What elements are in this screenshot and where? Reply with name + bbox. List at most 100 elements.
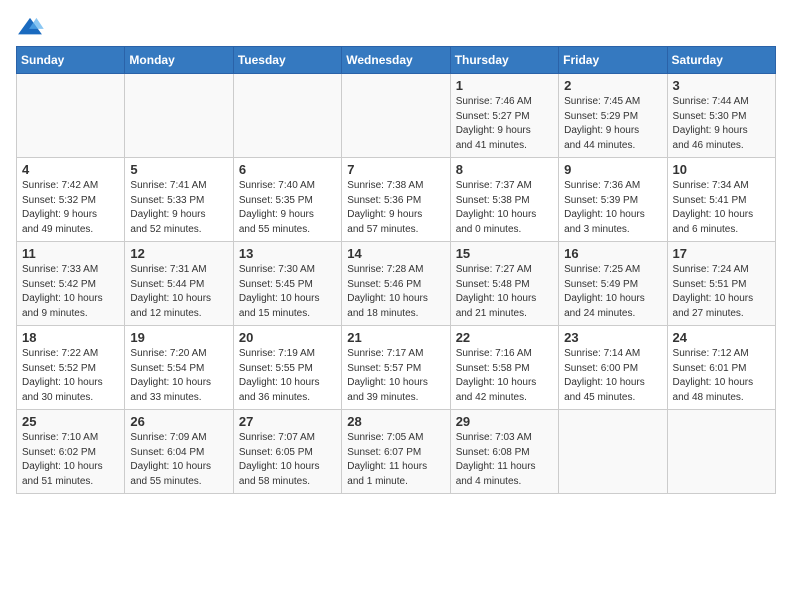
calendar-cell: 19 Sunrise: 7:20 AM Sunset: 5:54 PM Dayli…	[125, 326, 233, 410]
day-info: Sunrise: 7:03 AM Sunset: 6:08 PM Dayligh…	[456, 431, 553, 489]
calendar-cell: 24 Sunrise: 7:12 AM Sunset: 6:01 PM Dayli…	[667, 326, 775, 410]
day-number: 11	[22, 246, 119, 261]
day-info: Sunrise: 7:38 AM Sunset: 5:36 PM Dayligh…	[347, 179, 444, 237]
day-number: 16	[564, 246, 661, 261]
calendar-cell: 28 Sunrise: 7:05 AM Sunset: 6:07 PM Dayli…	[342, 410, 450, 494]
day-number: 2	[564, 78, 661, 93]
calendar-week-row: 25 Sunrise: 7:10 AM Sunset: 6:02 PM Dayli…	[17, 410, 776, 494]
day-number: 6	[239, 162, 336, 177]
day-number: 12	[130, 246, 227, 261]
day-number: 20	[239, 330, 336, 345]
weekday-header: Sunday	[17, 47, 125, 74]
day-number: 10	[673, 162, 770, 177]
day-info: Sunrise: 7:16 AM Sunset: 5:58 PM Dayligh…	[456, 347, 553, 405]
calendar-cell: 18 Sunrise: 7:22 AM Sunset: 5:52 PM Dayli…	[17, 326, 125, 410]
day-number: 5	[130, 162, 227, 177]
day-info: Sunrise: 7:14 AM Sunset: 6:00 PM Dayligh…	[564, 347, 661, 405]
calendar-week-row: 1 Sunrise: 7:46 AM Sunset: 5:27 PM Daylig…	[17, 74, 776, 158]
day-info: Sunrise: 7:36 AM Sunset: 5:39 PM Dayligh…	[564, 179, 661, 237]
calendar-cell: 1 Sunrise: 7:46 AM Sunset: 5:27 PM Daylig…	[450, 74, 558, 158]
day-number: 19	[130, 330, 227, 345]
day-number: 1	[456, 78, 553, 93]
day-number: 9	[564, 162, 661, 177]
day-number: 15	[456, 246, 553, 261]
weekday-header: Wednesday	[342, 47, 450, 74]
day-info: Sunrise: 7:20 AM Sunset: 5:54 PM Dayligh…	[130, 347, 227, 405]
day-info: Sunrise: 7:33 AM Sunset: 5:42 PM Dayligh…	[22, 263, 119, 321]
day-number: 8	[456, 162, 553, 177]
day-number: 25	[22, 414, 119, 429]
day-info: Sunrise: 7:10 AM Sunset: 6:02 PM Dayligh…	[22, 431, 119, 489]
calendar-cell: 22 Sunrise: 7:16 AM Sunset: 5:58 PM Dayli…	[450, 326, 558, 410]
logo-icon	[16, 16, 44, 38]
calendar-cell: 16 Sunrise: 7:25 AM Sunset: 5:49 PM Dayli…	[559, 242, 667, 326]
calendar-cell	[342, 74, 450, 158]
day-info: Sunrise: 7:17 AM Sunset: 5:57 PM Dayligh…	[347, 347, 444, 405]
day-number: 17	[673, 246, 770, 261]
day-number: 13	[239, 246, 336, 261]
calendar-cell	[233, 74, 341, 158]
calendar-cell: 27Sunrise: 7:07 AM Sunset: 6:05 PM Dayli…	[233, 410, 341, 494]
header	[16, 16, 776, 38]
day-info: Sunrise: 7:25 AM Sunset: 5:49 PM Dayligh…	[564, 263, 661, 321]
calendar-cell: 3 Sunrise: 7:44 AM Sunset: 5:30 PM Daylig…	[667, 74, 775, 158]
day-info: Sunrise: 7:24 AM Sunset: 5:51 PM Dayligh…	[673, 263, 770, 321]
calendar-cell: 21Sunrise: 7:17 AM Sunset: 5:57 PM Dayli…	[342, 326, 450, 410]
day-info: Sunrise: 7:05 AM Sunset: 6:07 PM Dayligh…	[347, 431, 444, 489]
day-info: Sunrise: 7:40 AM Sunset: 5:35 PM Dayligh…	[239, 179, 336, 237]
weekday-header: Saturday	[667, 47, 775, 74]
calendar-header-row: SundayMondayTuesdayWednesdayThursdayFrid…	[17, 47, 776, 74]
day-number: 18	[22, 330, 119, 345]
day-number: 26	[130, 414, 227, 429]
calendar-cell: 14 Sunrise: 7:28 AM Sunset: 5:46 PM Dayli…	[342, 242, 450, 326]
day-info: Sunrise: 7:42 AM Sunset: 5:32 PM Dayligh…	[22, 179, 119, 237]
calendar-cell: 25 Sunrise: 7:10 AM Sunset: 6:02 PM Dayli…	[17, 410, 125, 494]
day-info: Sunrise: 7:34 AM Sunset: 5:41 PM Dayligh…	[673, 179, 770, 237]
day-info: Sunrise: 7:19 AM Sunset: 5:55 PM Dayligh…	[239, 347, 336, 405]
day-number: 24	[673, 330, 770, 345]
day-info: Sunrise: 7:45 AM Sunset: 5:29 PM Dayligh…	[564, 95, 661, 153]
day-info: Sunrise: 7:12 AM Sunset: 6:01 PM Dayligh…	[673, 347, 770, 405]
logo	[16, 16, 48, 38]
calendar-week-row: 18 Sunrise: 7:22 AM Sunset: 5:52 PM Dayli…	[17, 326, 776, 410]
calendar-cell: 6 Sunrise: 7:40 AM Sunset: 5:35 PM Daylig…	[233, 158, 341, 242]
calendar-cell	[125, 74, 233, 158]
calendar-cell: 20 Sunrise: 7:19 AM Sunset: 5:55 PM Dayli…	[233, 326, 341, 410]
day-info: Sunrise: 7:22 AM Sunset: 5:52 PM Dayligh…	[22, 347, 119, 405]
day-number: 4	[22, 162, 119, 177]
calendar-table: SundayMondayTuesdayWednesdayThursdayFrid…	[16, 46, 776, 494]
calendar-cell: 12 Sunrise: 7:31 AM Sunset: 5:44 PM Dayli…	[125, 242, 233, 326]
day-info: Sunrise: 7:09 AM Sunset: 6:04 PM Dayligh…	[130, 431, 227, 489]
day-info: Sunrise: 7:07 AM Sunset: 6:05 PM Dayligh…	[239, 431, 336, 489]
calendar-cell: 13 Sunrise: 7:30 AM Sunset: 5:45 PM Dayli…	[233, 242, 341, 326]
day-info: Sunrise: 7:37 AM Sunset: 5:38 PM Dayligh…	[456, 179, 553, 237]
calendar-cell: 17 Sunrise: 7:24 AM Sunset: 5:51 PM Dayli…	[667, 242, 775, 326]
day-info: Sunrise: 7:28 AM Sunset: 5:46 PM Dayligh…	[347, 263, 444, 321]
day-number: 7	[347, 162, 444, 177]
calendar-cell: 7 Sunrise: 7:38 AM Sunset: 5:36 PM Daylig…	[342, 158, 450, 242]
calendar-cell	[559, 410, 667, 494]
calendar-cell: 23 Sunrise: 7:14 AM Sunset: 6:00 PM Dayli…	[559, 326, 667, 410]
day-info: Sunrise: 7:46 AM Sunset: 5:27 PM Dayligh…	[456, 95, 553, 153]
calendar-cell	[667, 410, 775, 494]
calendar-cell: 26 Sunrise: 7:09 AM Sunset: 6:04 PM Dayli…	[125, 410, 233, 494]
day-number: 14	[347, 246, 444, 261]
calendar-week-row: 4 Sunrise: 7:42 AM Sunset: 5:32 PM Daylig…	[17, 158, 776, 242]
calendar-cell: 9 Sunrise: 7:36 AM Sunset: 5:39 PM Daylig…	[559, 158, 667, 242]
day-info: Sunrise: 7:44 AM Sunset: 5:30 PM Dayligh…	[673, 95, 770, 153]
calendar-week-row: 11 Sunrise: 7:33 AM Sunset: 5:42 PM Dayli…	[17, 242, 776, 326]
calendar-cell: 4 Sunrise: 7:42 AM Sunset: 5:32 PM Daylig…	[17, 158, 125, 242]
calendar-cell	[17, 74, 125, 158]
weekday-header: Tuesday	[233, 47, 341, 74]
weekday-header: Thursday	[450, 47, 558, 74]
calendar-cell: 10 Sunrise: 7:34 AM Sunset: 5:41 PM Dayli…	[667, 158, 775, 242]
day-number: 23	[564, 330, 661, 345]
day-number: 3	[673, 78, 770, 93]
day-number: 28	[347, 414, 444, 429]
calendar-cell: 29Sunrise: 7:03 AM Sunset: 6:08 PM Dayli…	[450, 410, 558, 494]
day-number: 22	[456, 330, 553, 345]
day-info: Sunrise: 7:31 AM Sunset: 5:44 PM Dayligh…	[130, 263, 227, 321]
weekday-header: Monday	[125, 47, 233, 74]
day-info: Sunrise: 7:30 AM Sunset: 5:45 PM Dayligh…	[239, 263, 336, 321]
calendar-cell: 2 Sunrise: 7:45 AM Sunset: 5:29 PM Daylig…	[559, 74, 667, 158]
